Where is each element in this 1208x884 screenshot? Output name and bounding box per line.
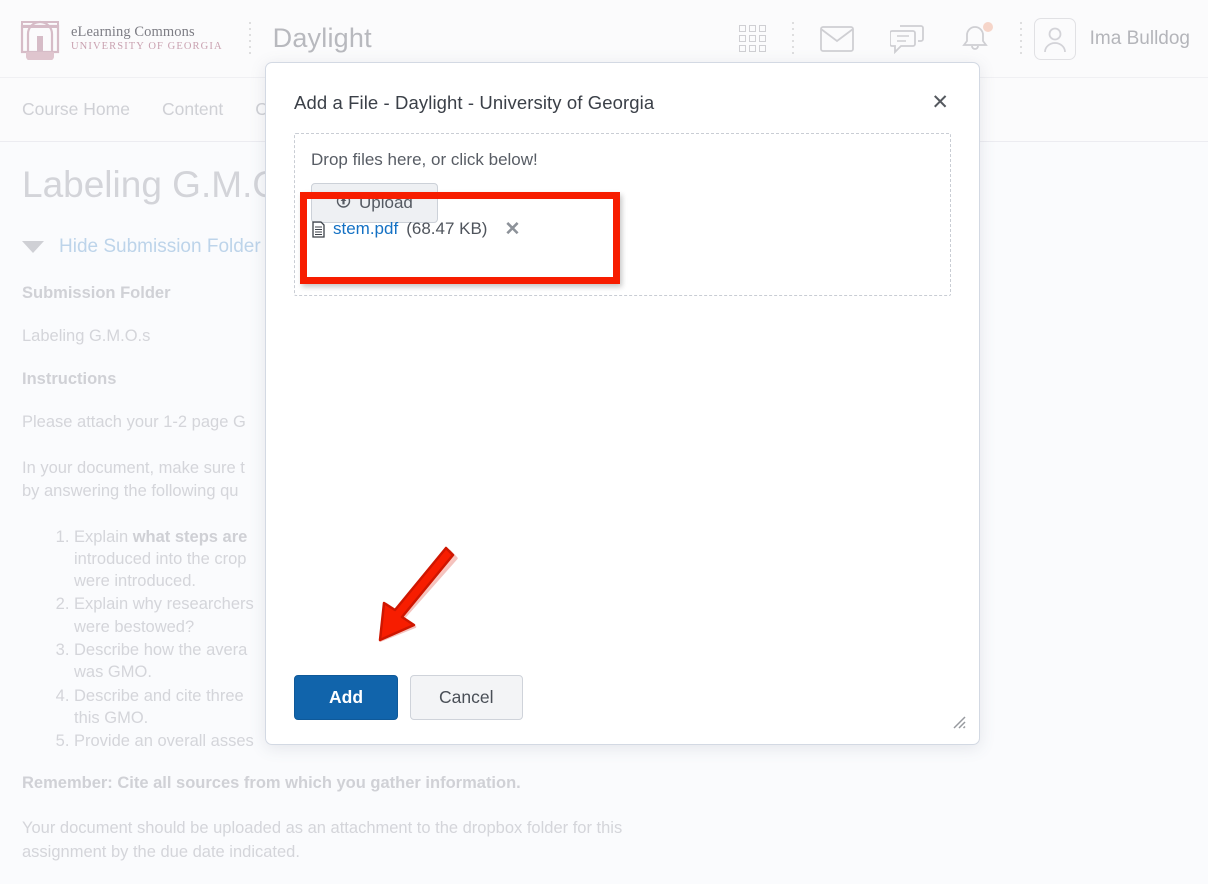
uploaded-file-row: stem.pdf (68.47 KB) ✕ xyxy=(312,219,520,239)
list-item-line: introduced into the crop xyxy=(74,549,247,568)
upload-button-label: Upload xyxy=(359,193,413,212)
document-file-icon xyxy=(312,220,325,238)
dialog-header: Add a File - Daylight - University of Ge… xyxy=(266,63,979,114)
list-item-line: were bestowed? xyxy=(74,617,195,636)
instructions-para-2-line-1: In your document, make sure t xyxy=(22,458,245,477)
upload-cloud-icon xyxy=(336,194,351,212)
uploaded-file-name[interactable]: stem.pdf xyxy=(333,219,398,239)
user-name[interactable]: Ima Bulldog xyxy=(1090,28,1190,50)
caret-down-icon xyxy=(22,241,44,253)
brand-line-1: eLearning Commons xyxy=(71,24,195,41)
dropzone-label: Drop files here, or click below! xyxy=(311,150,538,169)
remove-file-icon[interactable]: ✕ xyxy=(504,220,520,239)
list-item-text: Explain why researchers xyxy=(74,595,254,614)
bell-icon[interactable] xyxy=(960,21,993,54)
add-a-file-dialog: Add a File - Daylight - University of Ge… xyxy=(265,62,980,745)
closing-note-line-2: assignment by the due date indicated. xyxy=(22,842,300,861)
list-item-text: Explain xyxy=(74,527,133,546)
header-actions: Ima Bulldog xyxy=(721,17,1208,60)
brand-line-2: UNIVERSITY OF GEORGIA xyxy=(71,40,223,52)
list-item-text: Describe how the avera xyxy=(74,641,248,660)
nav-item-course-home[interactable]: Course Home xyxy=(22,99,130,120)
list-item-bold: what steps are xyxy=(132,527,248,546)
uploaded-file-size: (68.47 KB) xyxy=(406,219,488,238)
notification-badge xyxy=(982,21,993,32)
app-title: Daylight xyxy=(272,23,372,53)
avatar[interactable] xyxy=(1033,17,1076,60)
upload-button[interactable]: Upload xyxy=(311,183,438,223)
resize-grip-icon[interactable] xyxy=(951,714,967,730)
instructions-para-2-line-2: by answering the following qu xyxy=(22,482,239,501)
cancel-button[interactable]: Cancel xyxy=(410,675,523,720)
chat-bubble-icon[interactable] xyxy=(889,24,924,54)
nav-item-content[interactable]: Content xyxy=(162,99,223,120)
apps-grid-icon[interactable] xyxy=(738,25,766,52)
dialog-footer: Add Cancel xyxy=(294,675,523,720)
header-divider-3 xyxy=(1019,21,1022,56)
header-divider xyxy=(248,21,251,56)
uga-arch-logo-icon xyxy=(20,20,60,60)
closing-note: Your document should be uploaded as an a… xyxy=(22,817,1184,864)
remember-note: Remember: Cite all sources from which yo… xyxy=(22,774,521,793)
closing-note-line-1: Your document should be uploaded as an a… xyxy=(22,819,623,838)
list-item-line: this GMO. xyxy=(74,708,149,727)
add-button[interactable]: Add xyxy=(294,675,399,720)
brand[interactable]: eLearning Commons UNIVERSITY OF GEORGIA xyxy=(0,18,223,60)
file-dropzone[interactable]: Drop files here, or click below! Upload xyxy=(294,133,951,296)
brand-text: eLearning Commons UNIVERSITY OF GEORGIA xyxy=(71,24,223,53)
list-item-line: were introduced. xyxy=(74,572,196,591)
list-item-line: was GMO. xyxy=(74,663,152,682)
hide-submission-folder-label: Hide Submission Folder In xyxy=(59,236,282,257)
close-icon[interactable]: ✕ xyxy=(929,92,951,113)
envelope-icon[interactable] xyxy=(819,25,854,52)
header-divider-2 xyxy=(791,21,794,56)
dialog-title: Add a File - Daylight - University of Ge… xyxy=(294,92,655,113)
list-item-text: Provide an overall asses xyxy=(74,732,254,751)
list-item-text: Describe and cite three xyxy=(74,686,244,705)
